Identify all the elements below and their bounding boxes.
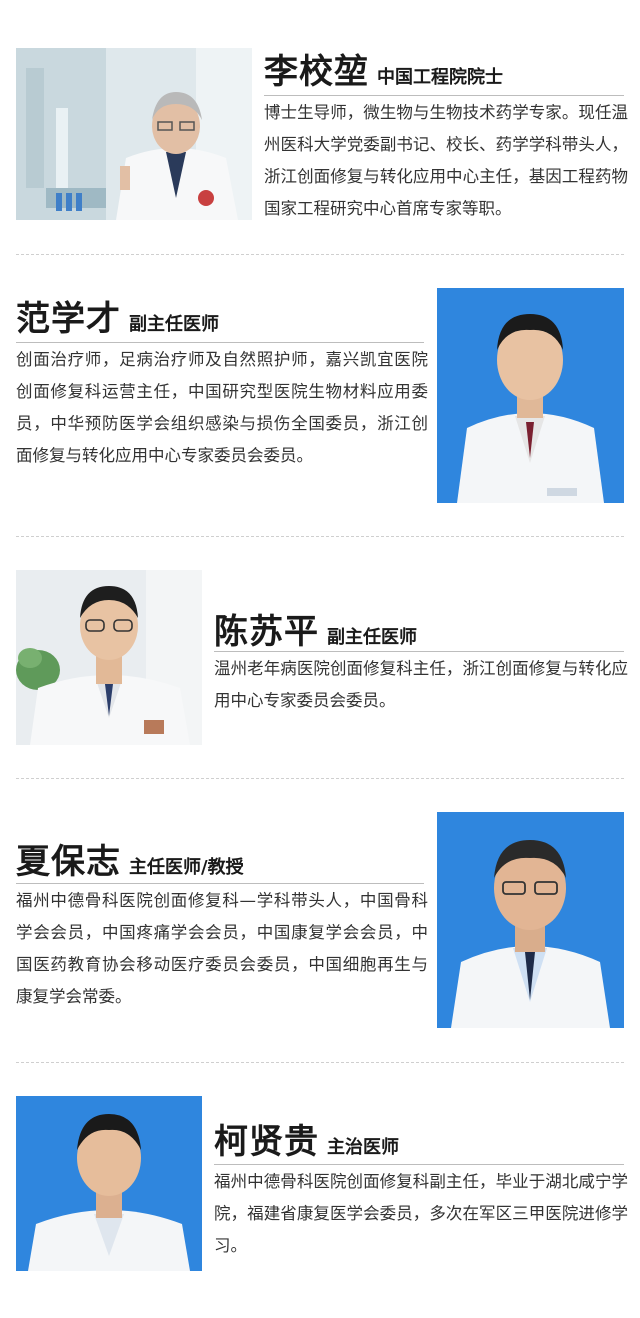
name-underline [16, 342, 424, 343]
name-underline [264, 95, 624, 96]
expert-photo [437, 812, 624, 1028]
expert-photo [16, 570, 202, 745]
expert-name: 柯贤贵 [214, 1122, 319, 1162]
expert-title: 中国工程院院士 [377, 67, 503, 88]
expert-name: 范学才 [16, 299, 121, 339]
name-underline [214, 651, 624, 652]
section-divider [16, 254, 624, 255]
expert-title: 主任医师/教授 [129, 857, 244, 878]
expert-title: 副主任医师 [129, 314, 219, 335]
expert-name: 陈苏平 [214, 612, 319, 652]
name-underline [214, 1164, 624, 1165]
expert-photo [437, 288, 624, 503]
section-divider [16, 536, 624, 537]
expert-name: 夏保志 [16, 842, 121, 882]
name-underline [16, 883, 424, 884]
expert-bio: 创面治疗师，足病治疗师及自然照护师，嘉兴凯宜医院创面修复科运营主任，中国研究型医… [16, 350, 428, 465]
expert-bio: 博士生导师，微生物与生物技术药学专家。现任温州医科大学党委副书记、校长、药学学科… [264, 103, 628, 218]
expert-bio: 福州中德骨科医院创面修复科—学科带头人，中国骨科学会会员，中国疼痛学会会员，中国… [16, 891, 428, 1006]
section-divider [16, 1062, 624, 1063]
expert-photo [16, 48, 252, 220]
expert-bio: 温州老年病医院创面修复科主任，浙江创面修复与转化应用中心专家委员会委员。 [214, 659, 628, 710]
section-divider [16, 778, 624, 779]
expert-title: 主治医师 [327, 1137, 399, 1158]
expert-bio: 福州中德骨科医院创面修复科副主任，毕业于湖北咸宁学院，福建省康复医学会委员，多次… [214, 1172, 628, 1255]
expert-name: 李校堃 [264, 52, 369, 92]
expert-photo [16, 1096, 202, 1271]
expert-title: 副主任医师 [327, 627, 417, 648]
